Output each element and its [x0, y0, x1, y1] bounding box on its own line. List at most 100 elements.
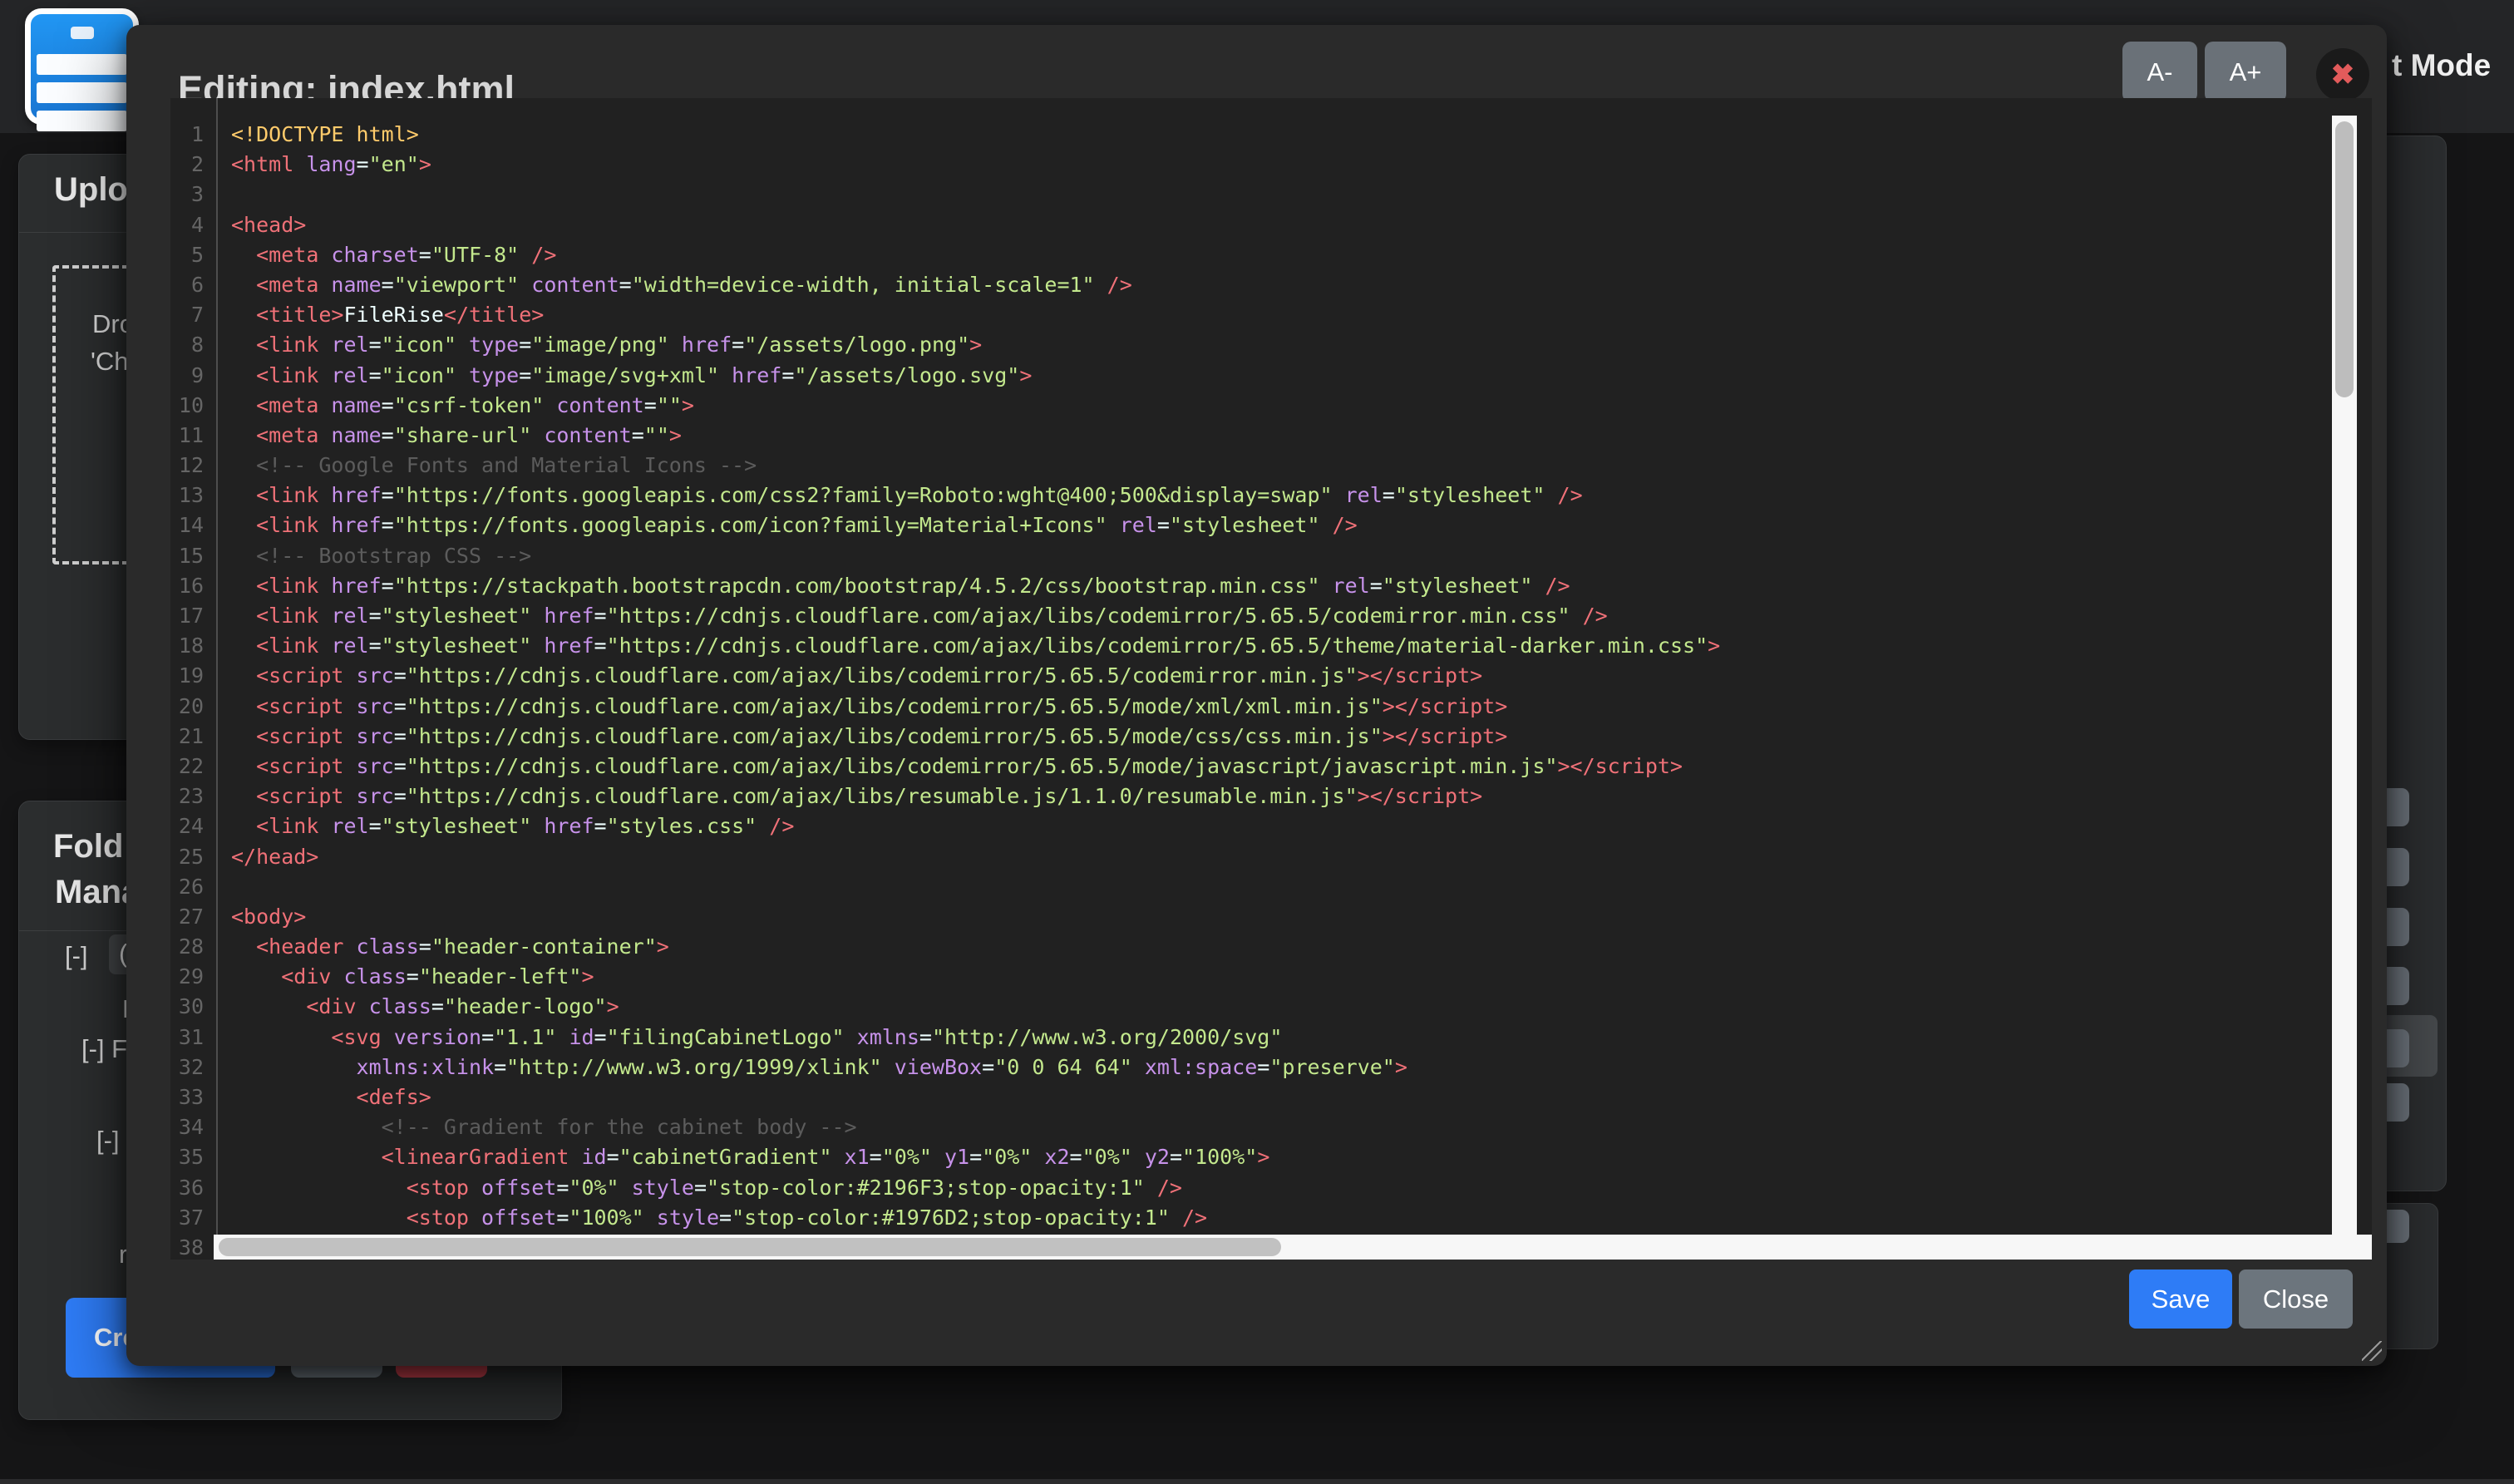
- line-number: 8: [170, 330, 216, 360]
- filerise-logo-icon: [25, 8, 139, 125]
- line-number: 30: [170, 992, 216, 1022]
- cabinet-drawer-icon: [37, 82, 127, 103]
- line-number: 22: [170, 752, 216, 781]
- code-line: <!-- Bootstrap CSS -->: [231, 541, 2372, 571]
- upload-card-title: Uplo: [54, 171, 128, 209]
- horizontal-scrollbar[interactable]: [214, 1235, 2372, 1260]
- line-number: 20: [170, 692, 216, 722]
- line-number: 10: [170, 391, 216, 421]
- tree-item[interactable]: [-] F: [81, 1034, 127, 1064]
- line-number: 21: [170, 722, 216, 752]
- code-line: <body>: [231, 902, 2372, 932]
- code-line: <defs>: [231, 1082, 2372, 1112]
- line-number: 27: [170, 902, 216, 932]
- vertical-scrollbar-thumb[interactable]: [2335, 121, 2354, 397]
- cabinet-drawer-icon: [37, 111, 127, 131]
- code-line: <stop offset="0%" style="stop-color:#219…: [231, 1173, 2372, 1203]
- line-number: 28: [170, 932, 216, 962]
- mode-toggle-label[interactable]: t Mode: [2392, 48, 2491, 83]
- code-line: <link rel="icon" type="image/svg+xml" hr…: [231, 361, 2372, 391]
- line-number: 6: [170, 270, 216, 300]
- line-number: 16: [170, 571, 216, 601]
- vertical-scrollbar[interactable]: [2332, 116, 2357, 1260]
- line-number: 3: [170, 180, 216, 210]
- page-bottom-edge: [0, 1479, 2514, 1484]
- code-line: <script src="https://cdnjs.cloudflare.co…: [231, 752, 2372, 781]
- code-line: <div class="header-logo">: [231, 992, 2372, 1022]
- tree-item[interactable]: [-]: [96, 1126, 120, 1156]
- close-button[interactable]: Close: [2239, 1270, 2353, 1329]
- close-icon[interactable]: ✖: [2316, 48, 2369, 101]
- code-line: <!-- Google Fonts and Material Icons -->: [231, 451, 2372, 481]
- line-number: 25: [170, 842, 216, 872]
- code-line: [231, 872, 2372, 902]
- code-line: [231, 180, 2372, 210]
- line-number: 14: [170, 510, 216, 540]
- line-number: 7: [170, 300, 216, 330]
- code-line: <title>FileRise</title>: [231, 300, 2372, 330]
- code-line: <script src="https://cdnjs.cloudflare.co…: [231, 781, 2372, 811]
- font-decrease-button[interactable]: A-: [2122, 42, 2197, 102]
- code-line: <link href="https://stackpath.bootstrapc…: [231, 571, 2372, 601]
- cabinet-drawer-icon: [37, 54, 127, 75]
- code-line: <script src="https://cdnjs.cloudflare.co…: [231, 692, 2372, 722]
- code-lines: <!DOCTYPE html><html lang="en"> <head> <m…: [219, 98, 2372, 1260]
- line-number: 4: [170, 210, 216, 240]
- line-number: 29: [170, 962, 216, 992]
- line-number: 34: [170, 1112, 216, 1142]
- code-line: <link rel="stylesheet" href="styles.css"…: [231, 811, 2372, 841]
- code-line: <link href="https://fonts.googleapis.com…: [231, 481, 2372, 510]
- code-line: <link rel="stylesheet" href="https://cdn…: [231, 601, 2372, 631]
- folder-card-title: Fold: [53, 828, 123, 865]
- line-number: 33: [170, 1082, 216, 1112]
- code-line: <script src="https://cdnjs.cloudflare.co…: [231, 722, 2372, 752]
- line-number: 24: [170, 811, 216, 841]
- line-number: 13: [170, 481, 216, 510]
- code-line: <meta name="share-url" content="">: [231, 421, 2372, 451]
- resize-handle[interactable]: [2362, 1341, 2382, 1361]
- code-line: <header class="header-container">: [231, 932, 2372, 962]
- line-number: 26: [170, 872, 216, 902]
- code-line: <script src="https://cdnjs.cloudflare.co…: [231, 661, 2372, 691]
- code-line: <linearGradient id="cabinetGradient" x1=…: [231, 1142, 2372, 1172]
- cabinet-handle-icon: [71, 27, 94, 39]
- code-line: <!-- Gradient for the cabinet body -->: [231, 1112, 2372, 1142]
- line-number: 36: [170, 1173, 216, 1203]
- code-line: <head>: [231, 210, 2372, 240]
- line-number: 37: [170, 1203, 216, 1233]
- line-number: 15: [170, 541, 216, 571]
- line-number: 12: [170, 451, 216, 481]
- line-number: 1: [170, 120, 216, 150]
- line-number: 32: [170, 1053, 216, 1082]
- code-line: <meta name="csrf-token" content="">: [231, 391, 2372, 421]
- line-number: 5: [170, 240, 216, 270]
- edit-file-modal: Editing: index.html A- A+ ✖ 123456789101…: [126, 25, 2387, 1366]
- code-line: <div class="header-left">: [231, 962, 2372, 992]
- line-number: 38: [170, 1233, 216, 1260]
- font-increase-button[interactable]: A+: [2205, 42, 2286, 102]
- line-number-gutter: 1234567891011121314151617181920212223242…: [170, 98, 218, 1260]
- code-line: <link href="https://fonts.googleapis.com…: [231, 510, 2372, 540]
- line-number: 17: [170, 601, 216, 631]
- code-line: xmlns:xlink="http://www.w3.org/1999/xlin…: [231, 1053, 2372, 1082]
- line-number: 31: [170, 1023, 216, 1053]
- code-editor[interactable]: 1234567891011121314151617181920212223242…: [170, 98, 2372, 1260]
- code-line: </head>: [231, 842, 2372, 872]
- line-number: 19: [170, 661, 216, 691]
- code-line: <stop offset="100%" style="stop-color:#1…: [231, 1203, 2372, 1233]
- horizontal-scrollbar-thumb[interactable]: [219, 1238, 1281, 1256]
- line-number: 9: [170, 361, 216, 391]
- line-number: 23: [170, 781, 216, 811]
- code-line: <meta name="viewport" content="width=dev…: [231, 270, 2372, 300]
- line-number: 35: [170, 1142, 216, 1172]
- code-line: <meta charset="UTF-8" />: [231, 240, 2372, 270]
- tree-root-toggle[interactable]: [-]: [65, 941, 88, 971]
- code-line: <link rel="stylesheet" href="https://cdn…: [231, 631, 2372, 661]
- code-line: <!DOCTYPE html>: [231, 120, 2372, 150]
- line-number: 2: [170, 150, 216, 180]
- line-number: 18: [170, 631, 216, 661]
- line-number: 11: [170, 421, 216, 451]
- code-line: <html lang="en">: [231, 150, 2372, 180]
- save-button[interactable]: Save: [2129, 1270, 2232, 1329]
- code-line: <svg version="1.1" id="filingCabinetLogo…: [231, 1023, 2372, 1053]
